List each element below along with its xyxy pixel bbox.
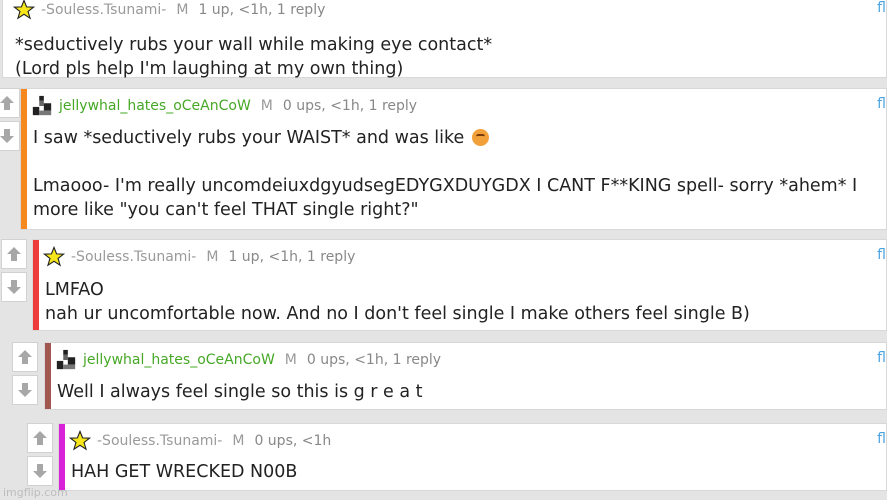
star-icon[interactable]: [69, 430, 91, 452]
star-icon[interactable]: [43, 246, 65, 268]
comment-meta: jellywhal_hates_oCeAnCoW M 0 ups, <1h, 1…: [55, 345, 886, 375]
down-arrow-icon: [33, 464, 47, 478]
comment-stats: 0 ups, <1h, 1 reply: [306, 352, 442, 368]
comment-body: Well I always feel single so this is g r…: [57, 380, 886, 404]
comment-line: LMFAO: [45, 280, 104, 300]
comment-line: nah ur uncomfortable now. And no I don't…: [45, 304, 750, 324]
username[interactable]: jellywhal_hates_oCeAnCoW: [83, 352, 275, 368]
comment: jellywhal_hates_oCeAnCoW M 0 ups, <1h, 1…: [0, 342, 887, 410]
comment: -Souless.Tsunami- M 1 up, <1h, 1 reply f…: [0, 239, 887, 331]
downvote-button[interactable]: [27, 456, 53, 486]
comment-line-text: I saw *seductively rubs your WAIST* and …: [33, 128, 465, 148]
mod-badge: M: [176, 2, 189, 18]
flag-link[interactable]: fl: [877, 0, 886, 16]
comment-meta: -Souless.Tsunami- M 0 ups, <1h: [69, 426, 886, 456]
flag-link[interactable]: fl: [877, 247, 886, 263]
comment-line: HAH GET WRECKED N00B: [71, 462, 298, 482]
comment-card: jellywhal_hates_oCeAnCoW M 0 ups, <1h, 1…: [20, 88, 887, 230]
reply-thread-bar: [33, 240, 39, 330]
comment-stats: 1 up, <1h, 1 reply: [198, 2, 326, 18]
downvote-button[interactable]: [1, 272, 27, 302]
up-arrow-icon: [0, 96, 14, 110]
pixel-avatar-icon[interactable]: [55, 349, 77, 371]
comment: -Souless.Tsunami- M 1 up, <1h, 1 reply f…: [0, 0, 887, 80]
comment-line: Well I always feel single so this is g r…: [57, 382, 423, 402]
pixel-avatar-icon[interactable]: [31, 95, 53, 117]
pleading-face-emoji: [471, 129, 489, 146]
mod-badge: M: [232, 433, 245, 449]
comment-stats: 0 ups, <1h, 1 reply: [282, 98, 418, 114]
up-arrow-icon: [18, 350, 32, 364]
comment-stats: 1 up, <1h, 1 reply: [228, 249, 356, 265]
mod-badge: M: [206, 249, 219, 265]
username[interactable]: -Souless.Tsunami-: [71, 249, 196, 265]
imgflip-watermark: imgflip.com: [3, 486, 68, 499]
flag-link[interactable]: fl: [877, 96, 886, 112]
reply-thread-bar: [21, 89, 27, 229]
flag-link[interactable]: fl: [877, 431, 886, 447]
upvote-button[interactable]: [0, 88, 20, 118]
down-arrow-icon: [7, 280, 21, 294]
comment-stats: 0 ups, <1h: [254, 433, 332, 449]
downvote-button[interactable]: [0, 121, 20, 151]
downvote-button[interactable]: [12, 375, 38, 405]
mod-badge: M: [260, 98, 273, 114]
username[interactable]: jellywhal_hates_oCeAnCoW: [59, 98, 251, 114]
comment-card: -Souless.Tsunami- M 0 ups, <1h fl HAH GE…: [58, 423, 887, 491]
comment-line: more like "you can't feel THAT single ri…: [33, 200, 419, 220]
up-arrow-icon: [33, 431, 47, 445]
reply-thread-bar: [59, 424, 65, 490]
comment-body: I saw *seductively rubs your WAIST* and …: [33, 126, 886, 222]
upvote-button[interactable]: [12, 342, 38, 372]
comment-body: LMFAO nah ur uncomfortable now. And no I…: [45, 278, 886, 326]
comment: -Souless.Tsunami- M 0 ups, <1h fl HAH GE…: [0, 423, 887, 491]
mod-badge: M: [284, 352, 297, 368]
username[interactable]: -Souless.Tsunami-: [41, 2, 166, 18]
comment-meta: -Souless.Tsunami- M 1 up, <1h, 1 reply: [43, 242, 886, 272]
comment-body: HAH GET WRECKED N00B: [71, 460, 886, 484]
reply-thread-bar: [45, 343, 51, 409]
comment-meta: -Souless.Tsunami- M 1 up, <1h, 1 reply: [13, 0, 886, 25]
upvote-button[interactable]: [1, 239, 27, 269]
star-icon[interactable]: [13, 0, 35, 21]
comment-card: -Souless.Tsunami- M 1 up, <1h, 1 reply f…: [2, 0, 887, 81]
comment-body: *seductively rubs your wall while making…: [15, 33, 886, 81]
up-arrow-icon: [7, 247, 21, 261]
comment-line: Lmaooo- I'm really uncomdeiuxdgyudsegEDY…: [33, 176, 858, 196]
flag-link[interactable]: fl: [877, 350, 886, 366]
comment: jellywhal_hates_oCeAnCoW M 0 ups, <1h, 1…: [0, 88, 887, 230]
comment-line: [33, 150, 886, 174]
down-arrow-icon: [18, 383, 32, 397]
comment-card: jellywhal_hates_oCeAnCoW M 0 ups, <1h, 1…: [44, 342, 887, 410]
username[interactable]: -Souless.Tsunami-: [97, 433, 222, 449]
comment-line: I saw *seductively rubs your WAIST* and …: [33, 126, 886, 150]
comment-line: *seductively rubs your wall while making…: [15, 35, 493, 55]
upvote-button[interactable]: [27, 423, 53, 453]
comment-card: -Souless.Tsunami- M 1 up, <1h, 1 reply f…: [32, 239, 887, 331]
down-arrow-icon: [0, 129, 14, 143]
comment-meta: jellywhal_hates_oCeAnCoW M 0 ups, <1h, 1…: [31, 91, 886, 121]
comment-line: (Lord pls help I'm laughing at my own th…: [15, 59, 404, 79]
